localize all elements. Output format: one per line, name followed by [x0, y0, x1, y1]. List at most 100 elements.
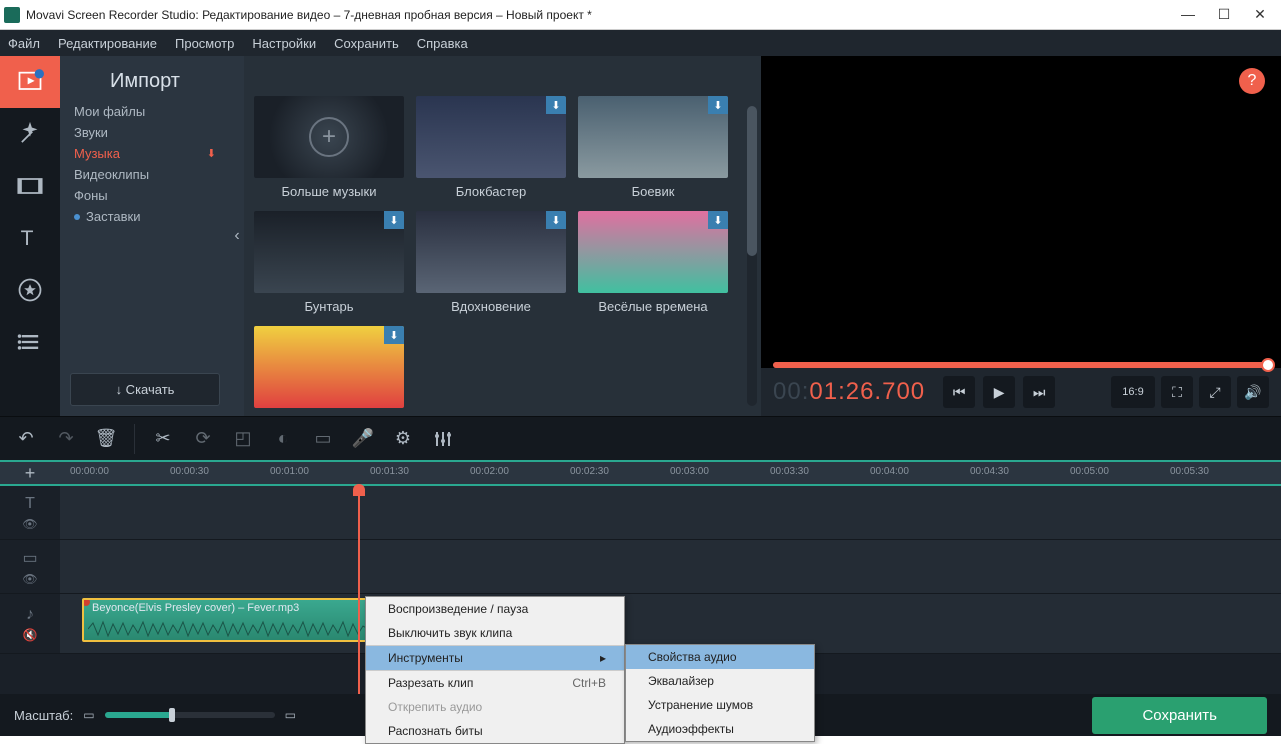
playhead[interactable] — [358, 486, 360, 694]
ctx-tools[interactable]: Инструменты▸ — [366, 646, 624, 671]
play-button[interactable]: ▶ — [983, 376, 1015, 408]
ctx-equalizer[interactable]: Эквалайзер — [626, 669, 814, 693]
audio-clip-label: Beyonce(Elvis Presley cover) – Fever.mp3 — [92, 602, 299, 614]
plus-icon: + — [309, 117, 349, 157]
cat-backgrounds[interactable]: Фоны — [60, 185, 230, 206]
audio-track-icon: ♪ — [26, 606, 34, 624]
visibility-icon[interactable]: 👁 — [22, 517, 37, 531]
thumb-action[interactable]: ⬇Боевик — [578, 96, 728, 199]
timecode: 00:01:26.700 — [773, 378, 925, 407]
download-badge-icon: ⬇ — [384, 326, 404, 344]
popout-button[interactable]: ⛶ — [1161, 376, 1193, 408]
ctx-mute-clip[interactable]: Выключить звук клипа — [366, 621, 624, 646]
equalizer-button[interactable] — [425, 421, 461, 457]
undo-button[interactable]: ↶ — [8, 421, 44, 457]
thumb-more-music[interactable]: +Больше музыки — [254, 96, 404, 199]
maximize-button[interactable]: ☐ — [1215, 6, 1233, 23]
window-titlebar: Movavi Screen Recorder Studio: Редактиро… — [0, 0, 1281, 30]
thumbnail-grid: +Больше музыки ⬇Блокбастер ⬇Боевик ⬇Бунт… — [244, 96, 747, 408]
preview-progress[interactable] — [773, 362, 1269, 368]
ctx-detach-audio: Открепить аудио — [366, 695, 624, 719]
visibility-icon[interactable]: 👁 — [22, 572, 37, 586]
download-badge-icon: ⬇ — [708, 96, 728, 114]
left-toolbar: T — [0, 56, 60, 416]
audio-clip[interactable]: Beyonce(Elvis Presley cover) – Fever.mp3 — [82, 598, 372, 642]
ctx-noise-removal[interactable]: Устранение шумов — [626, 693, 814, 717]
prev-button[interactable]: ⏮ — [943, 376, 975, 408]
ctx-cut-clip[interactable]: Разрезать клипCtrl+B — [366, 671, 624, 695]
zoom-label: Масштаб: — [14, 708, 73, 723]
mic-button[interactable]: 🎤 — [345, 421, 381, 457]
download-button[interactable]: ↓ Скачать — [70, 373, 220, 406]
import-categories: Импорт Мои файлы Звуки Музыка⬇ Видеоклип… — [60, 56, 230, 416]
download-badge-icon: ⬇ — [546, 96, 566, 114]
minimize-button[interactable]: — — [1179, 6, 1197, 23]
submenu-arrow-icon: ▸ — [560, 651, 606, 665]
aspect-button[interactable]: 16:9 — [1111, 376, 1155, 408]
cat-sounds[interactable]: Звуки — [60, 122, 230, 143]
menu-file[interactable]: Файл — [8, 36, 40, 51]
title-track-content[interactable] — [60, 486, 1281, 539]
tool-filters[interactable] — [0, 108, 60, 160]
timeline-ruler[interactable]: + 00:00:00 00:00:30 00:01:00 00:01:30 00… — [0, 460, 1281, 486]
download-badge-icon: ⬇ — [708, 211, 728, 229]
volume-button[interactable]: 🔊 — [1237, 376, 1269, 408]
download-badge-icon: ⬇ — [384, 211, 404, 229]
thumb-blockbuster[interactable]: ⬇Блокбастер — [416, 96, 566, 199]
thumb-rebel[interactable]: ⬇Бунтарь — [254, 211, 404, 314]
menu-help[interactable]: Справка — [417, 36, 468, 51]
import-scrollbar[interactable] — [747, 106, 757, 406]
title-track: T👁 — [0, 486, 1281, 540]
help-button[interactable]: ? — [1239, 68, 1265, 94]
save-button[interactable]: Сохранить — [1092, 697, 1267, 734]
thumb-fun-times[interactable]: ⬇Весёлые времена — [578, 211, 728, 314]
tool-more[interactable] — [0, 316, 60, 368]
add-track-button[interactable]: + — [0, 462, 60, 484]
editor-toolbar: ↶ ↷ 🗑 ✂ ⟳ ◰ ◐ ▭ 🎤 ⚙ — [0, 416, 1281, 460]
ctx-audio-props[interactable]: Свойства аудио — [626, 645, 814, 669]
menu-save[interactable]: Сохранить — [334, 36, 399, 51]
close-button[interactable]: ✕ — [1251, 6, 1269, 23]
cut-button[interactable]: ✂ — [145, 421, 181, 457]
menu-view[interactable]: Просмотр — [175, 36, 234, 51]
download-icon: ⬇ — [207, 147, 216, 160]
cat-intros[interactable]: Заставки — [60, 206, 230, 227]
svg-text:T: T — [21, 227, 34, 250]
ctx-play-pause[interactable]: Воспроизведение / пауза — [366, 597, 624, 621]
new-dot-icon — [74, 214, 80, 220]
rotate-button[interactable]: ⟳ — [185, 421, 221, 457]
crop-button[interactable]: ◰ — [225, 421, 261, 457]
ruler-ticks: 00:00:00 00:00:30 00:01:00 00:01:30 00:0… — [60, 462, 1281, 484]
menu-settings[interactable]: Настройки — [252, 36, 316, 51]
app-icon — [4, 7, 20, 23]
video-track-content[interactable] — [60, 540, 1281, 593]
redo-button[interactable]: ↷ — [48, 421, 84, 457]
settings-button[interactable]: ⚙ — [385, 421, 421, 457]
thumb-inspiration[interactable]: ⬇Вдохновение — [416, 211, 566, 314]
menu-edit[interactable]: Редактирование — [58, 36, 157, 51]
clip-marker-icon — [82, 598, 90, 606]
fullscreen-button[interactable]: ⤢ — [1199, 376, 1231, 408]
delete-button[interactable]: 🗑 — [88, 421, 124, 457]
cat-my-files[interactable]: Мои файлы — [60, 101, 230, 122]
tool-import[interactable] — [0, 56, 60, 108]
color-button[interactable]: ◐ — [265, 421, 301, 457]
tool-transitions[interactable] — [0, 160, 60, 212]
ctx-audio-effects[interactable]: Аудиоэффекты — [626, 717, 814, 741]
ctx-detect-beats[interactable]: Распознать биты — [366, 719, 624, 743]
title-track-icon: T — [25, 495, 35, 513]
tool-stickers[interactable] — [0, 264, 60, 316]
context-submenu-tools: Свойства аудио Эквалайзер Устранение шум… — [625, 644, 815, 742]
zoom-in-icon[interactable]: ▭ — [285, 708, 296, 722]
clip-props-button[interactable]: ▭ — [305, 421, 341, 457]
download-badge-icon: ⬇ — [546, 211, 566, 229]
zoom-out-icon[interactable]: ▭ — [83, 708, 94, 722]
cat-videoclips[interactable]: Видеоклипы — [60, 164, 230, 185]
next-button[interactable]: ⏭ — [1023, 376, 1055, 408]
cat-music[interactable]: Музыка⬇ — [60, 143, 230, 164]
thumb-extra[interactable]: ⬇ — [254, 326, 404, 408]
collapse-sidebar-button[interactable]: ‹ — [230, 56, 244, 416]
mute-icon[interactable]: 🔇 — [23, 628, 38, 642]
zoom-slider[interactable] — [105, 712, 275, 718]
tool-titles[interactable]: T — [0, 212, 60, 264]
